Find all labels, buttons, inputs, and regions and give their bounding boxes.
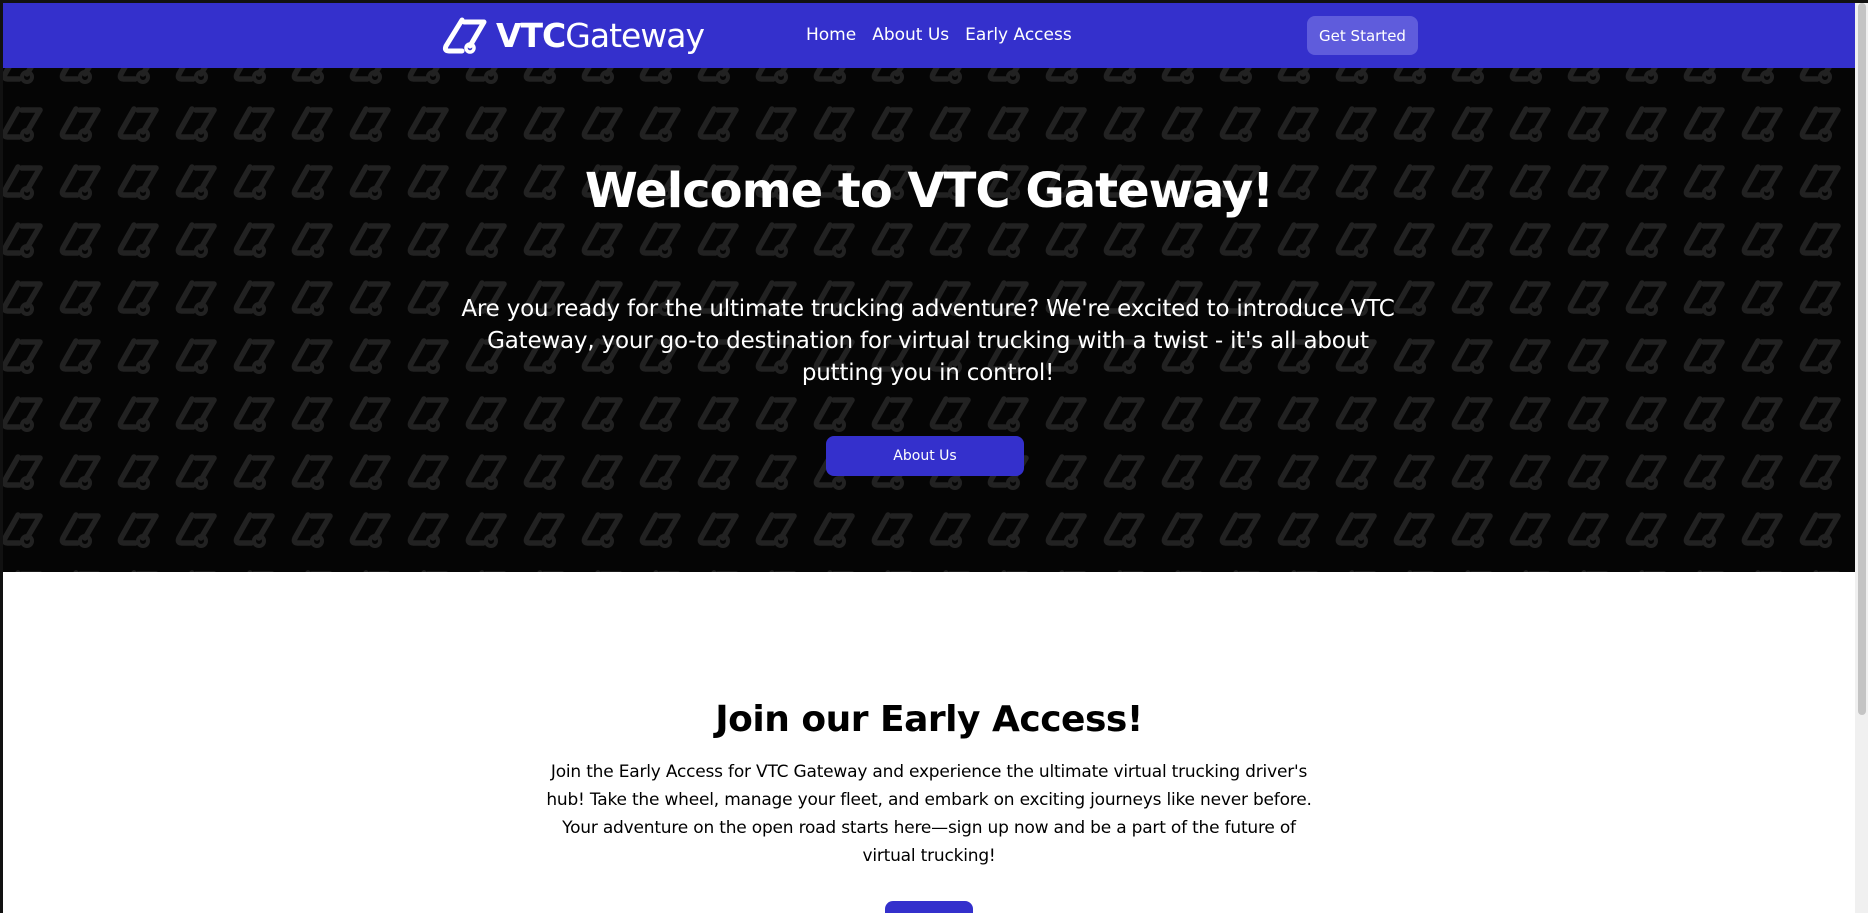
early-access-description: Join the Early Access for VTC Gateway an… xyxy=(546,762,1312,866)
hero-description: Are you ready for the ultimate trucking … xyxy=(461,296,1395,386)
logo-text: VTCGateway xyxy=(496,16,705,55)
nav-link-home[interactable]: Home xyxy=(806,25,856,45)
nav-link-about-us[interactable]: About Us xyxy=(872,25,949,45)
logo[interactable]: VTCGateway xyxy=(440,13,705,59)
early-access-button[interactable] xyxy=(885,901,973,913)
hero-title: Welcome to VTC Gateway! xyxy=(584,163,1274,219)
nav-link-early-access[interactable]: Early Access xyxy=(965,25,1072,45)
get-started-button[interactable]: Get Started xyxy=(1307,16,1418,55)
page-scrollbar[interactable] xyxy=(1855,3,1868,913)
about-us-button[interactable]: About Us xyxy=(826,436,1024,476)
vtc-logo-icon xyxy=(442,17,487,54)
navbar: VTCGateway Home About Us Early Access Ge… xyxy=(3,3,1855,68)
scrollbar-thumb[interactable] xyxy=(1858,3,1866,715)
page-viewport: VTCGateway Home About Us Early Access Ge… xyxy=(3,3,1855,913)
early-access-title: Join our Early Access! xyxy=(715,699,1143,740)
nav-links: Home About Us Early Access xyxy=(806,25,1072,45)
hero-section: Welcome to VTC Gateway! Are you ready fo… xyxy=(3,68,1855,572)
